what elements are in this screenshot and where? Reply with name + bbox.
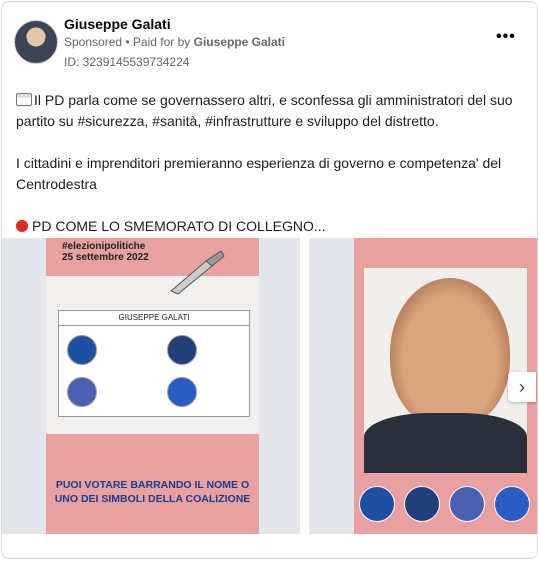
party-logos (359, 484, 537, 526)
noi-moderati-symbol-icon (67, 377, 97, 407)
ad-post-card: Giuseppe Galati Sponsored • Paid for by … (1, 1, 538, 559)
forza-italia-symbol-icon (67, 335, 97, 365)
poster-date: 25 settembre 2022 (62, 252, 149, 263)
candidate-photo (390, 278, 510, 428)
ad-id: ID: 3239145539734224 (64, 55, 190, 69)
hand-pencil-icon (170, 250, 225, 295)
post-text-line1: Il PD parla come se governassero altri, … (16, 92, 513, 129)
image-carousel[interactable]: #elezionipolitiche 25 settembre 2022 GIU… (2, 238, 537, 534)
post-text-line3: PD COME LO SMEMORATO DI COLLEGNO... (32, 218, 326, 234)
paid-by-name[interactable]: Giuseppe Galati (194, 35, 285, 49)
sponsored-label: Sponsored (64, 35, 123, 49)
chevron-right-icon[interactable]: › (508, 372, 536, 402)
lega-logo-icon (494, 486, 530, 522)
poster-cta: PUOI VOTARE BARRANDO IL NOME O UNO DEI S… (54, 479, 251, 505)
post-text: Il PD parla come se governassero altri, … (16, 90, 521, 237)
author-name[interactable]: Giuseppe Galati (64, 16, 171, 32)
ballot-candidate-name: GIUSEPPE GALATI (59, 311, 249, 326)
poster-hashtag: #elezionipolitiche (62, 241, 146, 252)
noi-moderati-logo-icon (449, 486, 485, 522)
post-text-line2: I cittadini e imprenditori premieranno e… (16, 155, 502, 192)
sponsored-meta: Sponsored • Paid for by Giuseppe Galati (64, 35, 285, 49)
carousel-card-portrait[interactable] (309, 238, 537, 534)
fratelli-italia-logo-icon (404, 486, 440, 522)
forza-italia-logo-icon (359, 486, 395, 522)
ballot-poster: #elezionipolitiche 25 settembre 2022 GIU… (46, 238, 259, 534)
newspaper-icon (16, 93, 32, 106)
fratelli-italia-symbol-icon (167, 335, 197, 365)
candidate-suit (364, 413, 527, 473)
paid-by-prefix: Paid for by (132, 35, 191, 49)
more-icon[interactable]: ••• (496, 28, 516, 46)
lega-symbol-icon (167, 377, 197, 407)
avatar[interactable] (14, 20, 58, 64)
red-circle-icon (16, 220, 28, 232)
ballot-sheet: GIUSEPPE GALATI (58, 310, 250, 417)
carousel-card-ballot[interactable]: #elezionipolitiche 25 settembre 2022 GIU… (2, 238, 300, 534)
